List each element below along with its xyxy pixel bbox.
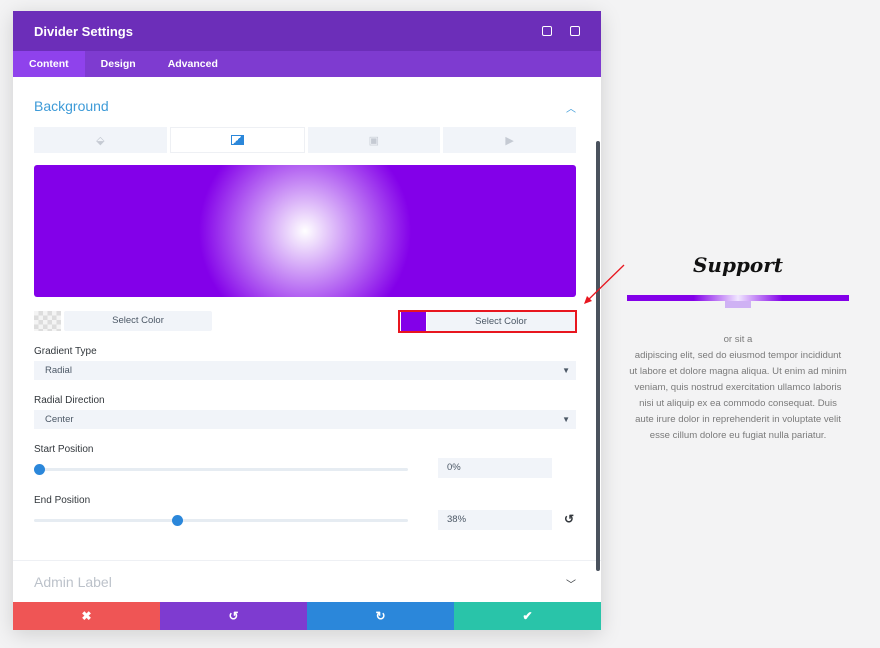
image-icon: ▣ [368,134,380,147]
modal-title: Divider Settings [34,23,133,39]
tab-design[interactable]: Design [85,51,152,77]
reset-icon[interactable]: ↺ [564,512,574,526]
end-position-input[interactable]: 38% [438,510,552,530]
radial-direction-value: Center [45,414,74,425]
redo-button[interactable]: ↻ [307,602,454,630]
text-line: adipiscing elit, sed do eiusmod tempor i… [634,350,842,361]
tab-bar: Content Design Advanced [13,51,601,77]
undo-icon: ↺ [228,609,239,623]
bg-tab-image[interactable]: ▣ [307,127,441,153]
undo-button[interactable]: ↺ [160,602,307,630]
scrollbar[interactable] [596,141,600,571]
chevron-up-icon[interactable]: ︿ [566,100,576,115]
transparent-swatch[interactable] [34,311,61,331]
discard-button[interactable]: ✖ [13,602,160,630]
redo-icon: ↻ [375,609,386,623]
start-position-input[interactable]: 0% [438,458,552,478]
start-position-label: Start Position [34,444,94,455]
start-position-handle[interactable] [34,464,45,475]
select-color-1-button[interactable]: Select Color [64,311,212,331]
tab-advanced[interactable]: Advanced [152,51,234,77]
close-icon: ✖ [81,609,92,623]
select-color-2-button[interactable]: Select Color [427,312,575,331]
text-line: aute irure dolor in reprehenderit in vol… [635,414,841,425]
gradient-preview [34,165,576,297]
end-position-slider[interactable] [34,519,408,522]
gradient-icon [230,135,244,145]
start-position-slider[interactable] [34,468,408,471]
video-icon: ▶ [505,134,514,147]
divider [13,560,601,561]
text-line: veniam, quis nostrud exercitation ullamc… [634,382,842,393]
sidebar-toggle-icon[interactable] [570,26,580,36]
end-position-handle[interactable] [172,515,183,526]
preview-body-text: or sit a adipiscing elit, sed do eiusmod… [627,332,849,444]
chevron-down-icon[interactable]: ﹀ [566,576,576,591]
gradient-type-label: Gradient Type [34,346,97,357]
save-button[interactable]: ✔ [454,602,601,630]
bg-tab-video[interactable]: ▶ [443,127,576,153]
dropdown-arrow-icon: ▼ [562,366,570,375]
annotation-arrow [584,264,625,304]
tab-content[interactable]: Content [13,51,85,77]
text-line: or sit a [723,334,753,345]
background-section-title[interactable]: Background [34,98,109,114]
text-line: esse cillum dolore eu fugiat nulla paria… [649,430,827,441]
text-line: nisi ut aliquip ex ea commodo consequat.… [639,398,837,409]
bg-tab-color[interactable]: ⬙ [34,127,167,153]
admin-label-section[interactable]: Admin Label [34,574,112,590]
gradient-type-value: Radial [45,365,72,376]
bg-tab-gradient[interactable] [169,127,305,153]
modal-header: Divider Settings [13,11,601,51]
purple-swatch[interactable] [401,312,426,331]
fullscreen-icon[interactable] [542,26,552,36]
preview-title: Support [692,253,784,277]
gradient-type-select[interactable]: Radial ▼ [34,361,576,380]
paint-bucket-icon: ⬙ [96,134,105,147]
background-type-tabs: ⬙ ▣ ▶ [34,127,576,153]
radial-direction-label: Radial Direction [34,395,105,406]
radial-direction-select[interactable]: Center ▼ [34,410,576,429]
end-position-label: End Position [34,495,91,506]
dropdown-arrow-icon: ▼ [562,415,570,424]
preview-divider-tab [725,301,751,308]
divider-settings-modal: Divider Settings Content Design Advanced… [13,11,601,630]
modal-footer: ✖ ↺ ↻ ✔ [13,602,601,630]
check-icon: ✔ [522,609,533,623]
text-line: ut labore et dolore magna aliqua. Ut eni… [629,366,847,377]
